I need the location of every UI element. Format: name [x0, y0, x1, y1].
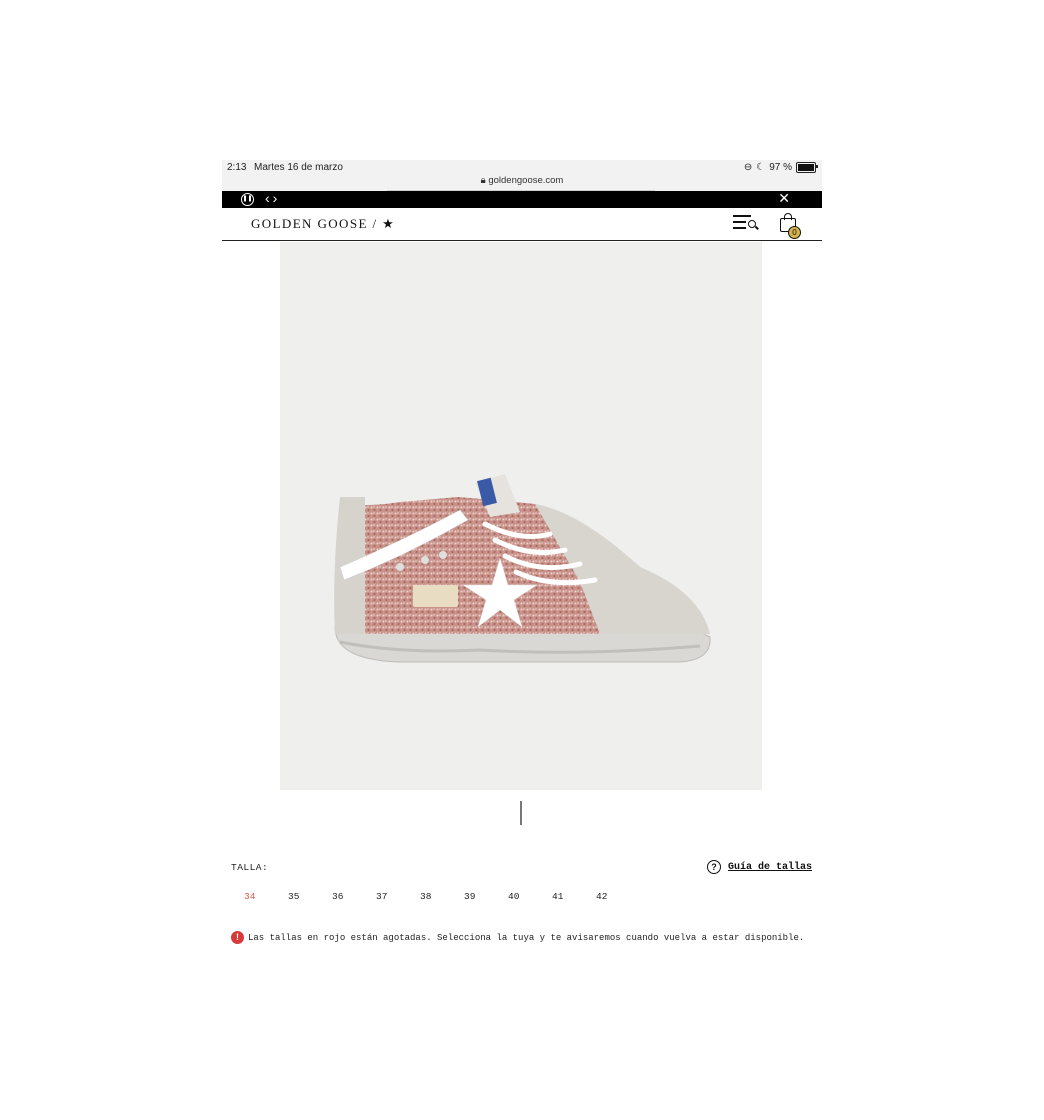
- cart-count-badge: 0: [788, 226, 801, 239]
- address-bar[interactable]: 🔒︎ goldengoose.com: [222, 175, 822, 186]
- close-icon[interactable]: ✕: [778, 190, 790, 207]
- sneaker-illustration: [334, 474, 711, 663]
- battery-percent: 97 %: [769, 162, 792, 173]
- status-time: 2:13: [227, 162, 247, 173]
- address-url: goldengoose.com: [488, 175, 564, 186]
- cart-icon[interactable]: 0: [778, 212, 801, 239]
- size-option-41[interactable]: 41: [552, 891, 592, 902]
- size-option-39[interactable]: 39: [464, 891, 504, 902]
- chevron-left-icon[interactable]: ‹: [265, 190, 273, 206]
- size-option-35[interactable]: 35: [288, 891, 328, 902]
- size-label: TALLA:: [231, 862, 269, 873]
- chevron-right-icon[interactable]: ›: [273, 190, 281, 206]
- size-option-37[interactable]: 37: [376, 891, 416, 902]
- app-frame: 2:13 Martes 16 de marzo ⊖ ☾ 97 % 🔒︎ gold…: [222, 160, 822, 970]
- size-option-38[interactable]: 38: [420, 891, 460, 902]
- alert-icon: !: [231, 931, 244, 944]
- image-scroll-indicator: [520, 801, 522, 825]
- size-option-42[interactable]: 42: [596, 891, 636, 902]
- status-right: ⊖ ☾ 97 %: [743, 162, 818, 173]
- moon-icon: ☾: [756, 162, 766, 173]
- sold-out-notice: ! Las tallas en rojo están agotadas. Sel…: [231, 931, 804, 944]
- size-option-40[interactable]: 40: [508, 891, 548, 902]
- status-date: Martes 16 de marzo: [254, 162, 343, 173]
- lock-icon: 🔒︎: [480, 175, 486, 186]
- promo-arrows: ‹›: [265, 190, 280, 206]
- site-header: GOLDEN GOOSE / ★ 0: [222, 208, 822, 241]
- status-bar: 2:13 Martes 16 de marzo ⊖ ☾ 97 % 🔒︎ gold…: [222, 160, 822, 191]
- battery-icon: [796, 162, 818, 173]
- size-option-36[interactable]: 36: [332, 891, 372, 902]
- pause-icon[interactable]: ❚❚: [241, 193, 254, 206]
- link-icon: ⊖: [743, 162, 753, 173]
- size-guide-label: Guía de tallas: [727, 861, 812, 873]
- brand-logo[interactable]: GOLDEN GOOSE / ★: [251, 216, 395, 232]
- promo-bar: ❚❚ ‹› ✕: [222, 190, 822, 208]
- help-icon: ?: [706, 860, 721, 874]
- sold-out-notice-text: Las tallas en rojo están agotadas. Selec…: [248, 932, 805, 943]
- menu-search-icon[interactable]: [733, 214, 761, 232]
- product-image[interactable]: [280, 242, 762, 790]
- size-guide-link[interactable]: ? Guía de tallas: [706, 860, 812, 874]
- size-option-34[interactable]: 34: [244, 891, 284, 902]
- size-options: 34 35 36 37 38 39 40 41 42: [222, 891, 822, 905]
